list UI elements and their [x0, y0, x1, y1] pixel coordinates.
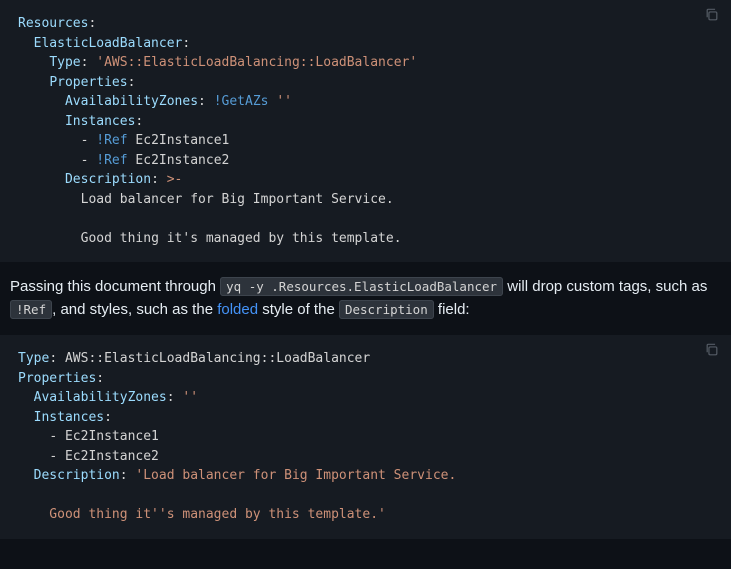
yaml-string: '' — [276, 94, 292, 109]
explanation-paragraph: Passing this document through yq -y .Res… — [0, 262, 731, 335]
yaml-string: Good thing it''s managed by this templat… — [34, 507, 386, 522]
folded-link[interactable]: folded — [217, 301, 258, 318]
copy-button[interactable] — [705, 8, 725, 28]
code-block-output-yaml: Type: AWS::ElasticLoadBalancing::LoadBal… — [0, 335, 731, 539]
text: Passing this document through — [10, 278, 220, 295]
yaml-key: Properties — [18, 371, 96, 386]
code-content: Resources: ElasticLoadBalancer: Type: 'A… — [18, 14, 713, 248]
yaml-key: AvailabilityZones — [34, 390, 167, 405]
yaml-key: Resources — [18, 16, 88, 31]
yaml-key: Instances — [34, 410, 104, 425]
yaml-key: ElasticLoadBalancer — [34, 36, 183, 51]
text: , and styles, such as the — [52, 301, 217, 318]
yaml-text: Load balancer for Big Important Service. — [81, 192, 394, 207]
yaml-scalar: AWS::ElasticLoadBalancing::LoadBalancer — [65, 351, 370, 366]
yaml-scalar: Ec2Instance2 — [135, 153, 229, 168]
yaml-string: '' — [182, 390, 198, 405]
yaml-text: Good thing it's managed by this template… — [81, 231, 402, 246]
copy-icon — [705, 343, 719, 357]
yaml-scalar: Ec2Instance1 — [65, 429, 159, 444]
text: will drop custom tags, such as — [503, 278, 707, 295]
yaml-tag: !Ref — [96, 153, 127, 168]
copy-button[interactable] — [705, 343, 725, 363]
yaml-key: Description — [34, 468, 120, 483]
text: field: — [434, 301, 470, 318]
yaml-scalar: Ec2Instance2 — [65, 449, 159, 464]
yaml-string: 'Load balancer for Big Important Service… — [135, 468, 456, 483]
code-block-source-yaml: Resources: ElasticLoadBalancer: Type: 'A… — [0, 0, 731, 262]
yaml-string: 'AWS::ElasticLoadBalancing::LoadBalancer… — [96, 55, 417, 70]
yaml-fold-indicator: >- — [167, 172, 183, 187]
yaml-key: Instances — [65, 114, 135, 129]
yaml-key: Type — [49, 55, 80, 70]
text: style of the — [258, 301, 339, 318]
yaml-tag: !GetAZs — [214, 94, 269, 109]
yaml-key: Type — [18, 351, 49, 366]
yaml-key: AvailabilityZones — [65, 94, 198, 109]
yaml-key: Properties — [49, 75, 127, 90]
inline-code-description: Description — [339, 300, 434, 319]
code-content: Type: AWS::ElasticLoadBalancing::LoadBal… — [18, 349, 713, 525]
inline-code-ref: !Ref — [10, 300, 52, 319]
yaml-key: Description — [65, 172, 151, 187]
inline-code-command: yq -y .Resources.ElasticLoadBalancer — [220, 277, 503, 296]
copy-icon — [705, 8, 719, 22]
yaml-scalar: Ec2Instance1 — [135, 133, 229, 148]
yaml-tag: !Ref — [96, 133, 127, 148]
